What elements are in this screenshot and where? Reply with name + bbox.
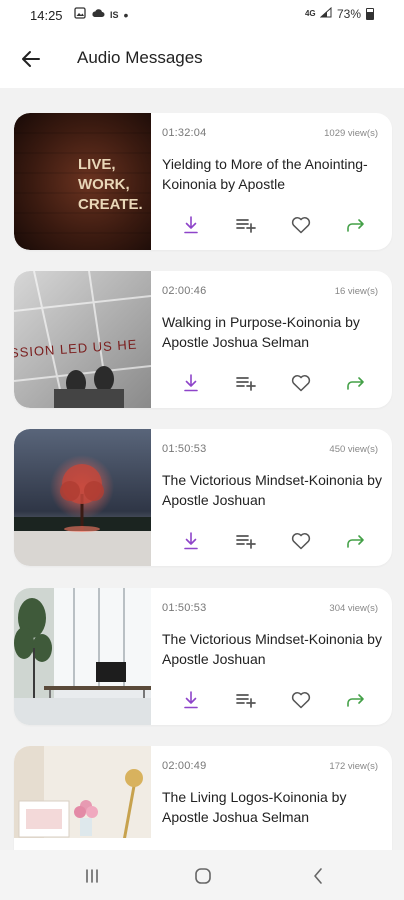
status-left-icons: IS • bbox=[74, 7, 128, 22]
download-icon bbox=[184, 532, 198, 550]
action-row bbox=[174, 371, 384, 395]
share-button[interactable] bbox=[343, 688, 369, 712]
share-button[interactable] bbox=[343, 529, 369, 553]
add-to-playlist-button[interactable] bbox=[233, 688, 259, 712]
download-button[interactable] bbox=[178, 371, 204, 395]
add-to-playlist-button[interactable] bbox=[233, 213, 259, 237]
recent-apps-icon bbox=[86, 869, 98, 883]
app-bar: Audio Messages bbox=[0, 30, 404, 88]
cloud-icon bbox=[91, 8, 105, 21]
thumbnail-passion-led-us-here: SSION LED US HE bbox=[14, 271, 151, 408]
action-row bbox=[174, 688, 384, 712]
image-icon bbox=[74, 7, 86, 22]
audio-message-list[interactable]: LIVE, WORK, CREATE. 01:32:04 1029 view(s… bbox=[0, 88, 404, 850]
duration: 01:50:53 bbox=[162, 443, 207, 455]
message-title[interactable]: Walking in Purpose-Koinonia by Apostle J… bbox=[162, 312, 382, 352]
page-title: Audio Messages bbox=[77, 48, 203, 67]
view-count: 172 view(s) bbox=[329, 761, 378, 772]
heart-icon bbox=[291, 217, 311, 234]
share-icon bbox=[347, 377, 364, 390]
add-to-playlist-button[interactable] bbox=[233, 371, 259, 395]
status-bar: 14:25 IS • 4G 73% bbox=[0, 0, 404, 30]
favorite-button[interactable] bbox=[288, 213, 314, 237]
heart-icon bbox=[291, 692, 311, 709]
download-button[interactable] bbox=[178, 529, 204, 553]
nav-back-button[interactable] bbox=[303, 864, 333, 888]
add-to-playlist-icon bbox=[236, 219, 256, 233]
dot-icon: • bbox=[123, 6, 129, 23]
download-button[interactable] bbox=[178, 213, 204, 237]
share-button[interactable] bbox=[343, 213, 369, 237]
audio-message-card[interactable]: SSION LED US HE 02:00:46 16 view(s) Walk… bbox=[14, 271, 392, 408]
message-title[interactable]: The Victorious Mindset-Koinonia by Apost… bbox=[162, 470, 382, 510]
download-button[interactable] bbox=[178, 688, 204, 712]
audio-message-card[interactable]: 01:50:53 450 view(s) The Victorious Mind… bbox=[14, 429, 392, 566]
back-button[interactable] bbox=[14, 42, 48, 76]
action-row bbox=[174, 529, 384, 553]
network-4g-icon: 4G bbox=[304, 9, 316, 18]
add-to-playlist-icon bbox=[236, 694, 256, 708]
duration: 02:00:46 bbox=[162, 285, 207, 297]
share-button[interactable] bbox=[343, 371, 369, 395]
status-right-icons: 4G 73% bbox=[304, 6, 374, 21]
audio-message-card[interactable]: LIVE, WORK, CREATE. 01:32:04 1029 view(s… bbox=[14, 113, 392, 250]
download-icon bbox=[184, 216, 198, 234]
signal-icon bbox=[319, 6, 332, 21]
download-icon bbox=[184, 691, 198, 709]
view-count: 450 view(s) bbox=[329, 444, 378, 455]
message-title[interactable]: The Victorious Mindset-Koinonia by Apost… bbox=[162, 629, 382, 669]
thumbnail-desk-lamp bbox=[14, 746, 151, 850]
is-icon: IS bbox=[110, 9, 119, 20]
duration: 02:00:49 bbox=[162, 760, 207, 772]
battery-percent: 73% bbox=[336, 7, 361, 21]
status-time: 14:25 bbox=[30, 8, 63, 23]
add-to-playlist-icon bbox=[236, 377, 256, 391]
view-count: 304 view(s) bbox=[329, 603, 378, 614]
svg-text:CREATE.: CREATE. bbox=[78, 196, 143, 213]
download-icon bbox=[184, 374, 198, 392]
add-to-playlist-icon bbox=[236, 535, 256, 549]
message-title[interactable]: Yielding to More of the Anointing-Koinon… bbox=[162, 154, 382, 194]
home-button[interactable] bbox=[188, 864, 218, 888]
duration: 01:32:04 bbox=[162, 127, 207, 139]
duration: 01:50:53 bbox=[162, 602, 207, 614]
share-icon bbox=[347, 219, 364, 232]
share-icon bbox=[347, 535, 364, 548]
back-icon bbox=[314, 868, 322, 884]
svg-text:LIVE,: LIVE, bbox=[78, 156, 116, 173]
view-count: 16 view(s) bbox=[334, 286, 378, 297]
view-count: 1029 view(s) bbox=[324, 128, 378, 139]
heart-icon bbox=[291, 375, 311, 392]
thumbnail-glowing-tree bbox=[14, 429, 151, 566]
action-row bbox=[174, 213, 384, 237]
add-to-playlist-button[interactable] bbox=[233, 529, 259, 553]
favorite-button[interactable] bbox=[288, 529, 314, 553]
favorite-button[interactable] bbox=[288, 688, 314, 712]
battery-icon bbox=[366, 8, 374, 20]
audio-message-card[interactable]: 01:50:53 304 view(s) The Victorious Mind… bbox=[14, 588, 392, 725]
message-title[interactable]: The Living Logos-Koinonia by Apostle Jos… bbox=[162, 787, 382, 827]
heart-icon bbox=[291, 533, 311, 550]
arrow-left-icon bbox=[22, 51, 40, 67]
favorite-button[interactable] bbox=[288, 371, 314, 395]
home-icon bbox=[195, 868, 211, 884]
thumbnail-live-work-create: LIVE, WORK, CREATE. bbox=[14, 113, 151, 250]
recent-apps-button[interactable] bbox=[77, 864, 107, 888]
svg-text:WORK,: WORK, bbox=[78, 176, 130, 193]
audio-message-card[interactable]: 02:00:49 172 view(s) The Living Logos-Ko… bbox=[14, 746, 392, 850]
system-nav-bar bbox=[0, 850, 404, 900]
thumbnail-office-desk bbox=[14, 588, 151, 725]
share-icon bbox=[347, 694, 364, 707]
